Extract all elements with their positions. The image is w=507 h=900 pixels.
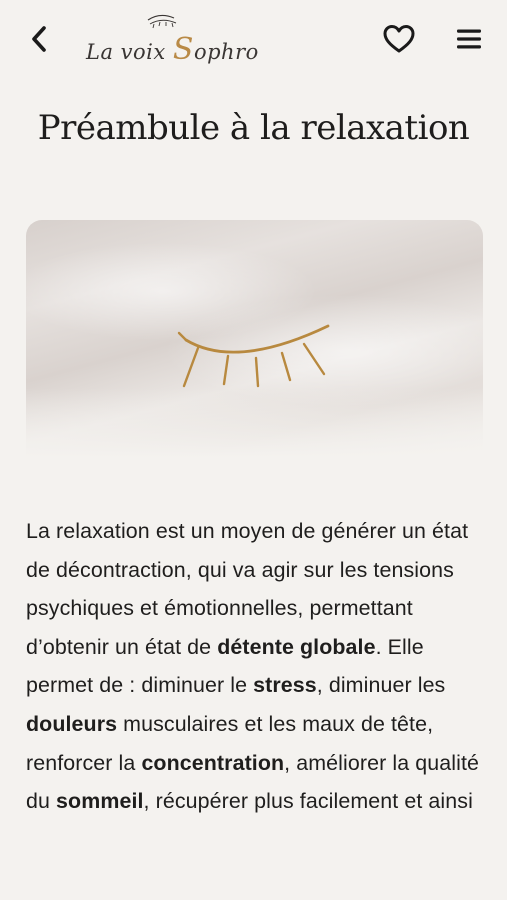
- favorite-button[interactable]: [380, 20, 418, 58]
- highlight-stress: stress: [253, 673, 317, 698]
- back-button[interactable]: [24, 22, 54, 56]
- highlight-sommeil: sommeil: [56, 789, 144, 814]
- closed-eye-icon: [177, 324, 330, 388]
- menu-button[interactable]: [452, 22, 486, 56]
- page-title: Préambule à la relaxation: [37, 108, 470, 148]
- highlight-detente: détente globale: [217, 634, 376, 659]
- chevron-left-icon: [32, 26, 46, 52]
- article-paragraph: La relaxation est un moyen de générer un…: [26, 519, 479, 814]
- hamburger-menu-icon: [457, 29, 481, 49]
- heart-outline-icon: [383, 25, 415, 53]
- brand-logo[interactable]: La voix Sophro: [86, 6, 259, 76]
- hero-image: [26, 220, 483, 458]
- top-bar: La voix Sophro: [0, 0, 507, 82]
- logo-text: La voix Sophro: [86, 32, 259, 67]
- highlight-douleurs: douleurs: [26, 711, 118, 736]
- highlight-concentration: concentration: [141, 750, 285, 775]
